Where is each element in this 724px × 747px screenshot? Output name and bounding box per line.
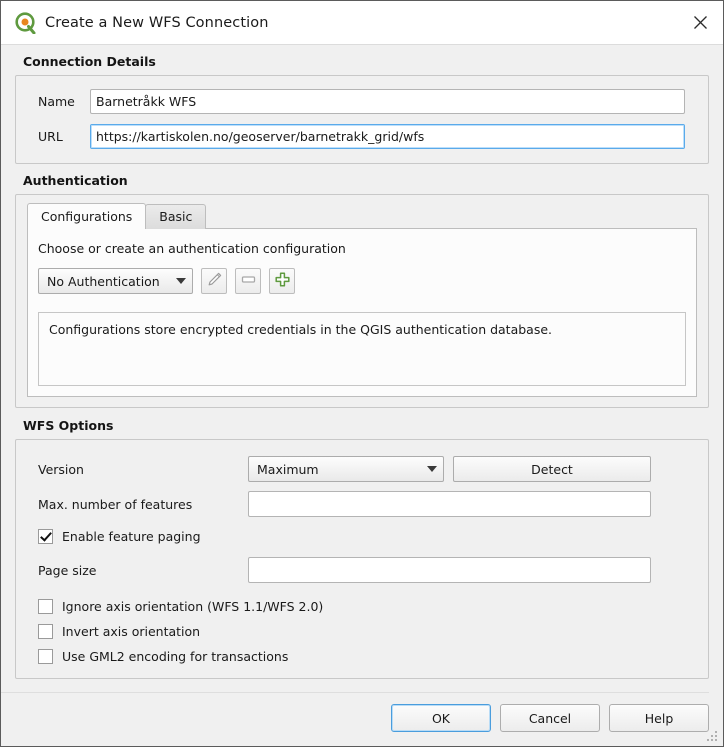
chevron-down-icon (176, 278, 186, 284)
connection-details-title: Connection Details (23, 54, 156, 69)
ignore-axis-label[interactable]: Ignore axis orientation (WFS 1.1/WFS 2.0… (62, 599, 323, 614)
qgis-logo-icon (14, 11, 36, 34)
gml2-encoding-label[interactable]: Use GML2 encoding for transactions (62, 649, 288, 664)
dialog-footer: OK Cancel Help (1, 682, 723, 746)
wfs-connection-dialog: Create a New WFS Connection Connection D… (0, 0, 724, 747)
close-icon[interactable] (677, 1, 723, 44)
version-value: Maximum (257, 461, 319, 477)
authentication-frame: Configurations Basic Choose or create an… (15, 194, 709, 408)
title-bar: Create a New WFS Connection (1, 1, 723, 45)
pencil-icon (206, 271, 223, 291)
version-label: Version (38, 461, 84, 477)
wfs-options-frame: Version Maximum Detect Max. number of fe… (15, 439, 709, 679)
version-select[interactable]: Maximum (248, 456, 444, 482)
auth-info-text: Configurations store encrypted credentia… (49, 322, 553, 337)
dialog-body: Connection Details Name URL Authenticati… (1, 45, 723, 682)
url-label: URL (38, 129, 63, 144)
enable-paging-label[interactable]: Enable feature paging (62, 529, 201, 544)
footer-divider (1, 692, 709, 693)
window-title: Create a New WFS Connection (45, 14, 269, 31)
footer-buttons: OK Cancel Help (1, 704, 709, 732)
enable-paging-row: Enable feature paging (38, 529, 686, 544)
version-row: Version Maximum Detect (38, 456, 686, 482)
remove-config-button[interactable] (235, 268, 261, 294)
auth-config-select[interactable]: No Authentication (38, 268, 193, 294)
max-features-label: Max. number of features (38, 496, 193, 512)
detect-button[interactable]: Detect (453, 456, 651, 482)
auth-hint: Choose or create an authentication confi… (38, 241, 346, 256)
ignore-axis-row: Ignore axis orientation (WFS 1.1/WFS 2.0… (38, 599, 686, 614)
ok-button[interactable]: OK (391, 704, 491, 732)
invert-axis-checkbox[interactable] (38, 624, 53, 639)
auth-tab-panel: Choose or create an authentication confi… (27, 228, 697, 397)
page-size-row: Page size (38, 557, 686, 583)
edit-config-button[interactable] (201, 268, 227, 294)
url-input[interactable] (90, 124, 685, 149)
enable-paging-checkbox[interactable] (38, 529, 53, 544)
connection-details-frame: Name URL (15, 75, 709, 164)
add-config-button[interactable] (269, 268, 295, 294)
auth-info-box: Configurations store encrypted credentia… (38, 312, 686, 386)
authentication-group: Authentication Configurations Basic Choo… (15, 173, 709, 408)
name-input[interactable] (90, 89, 685, 114)
minus-icon (240, 271, 257, 291)
name-row: Name (38, 89, 686, 114)
tab-basic[interactable]: Basic (145, 204, 207, 229)
name-label: Name (38, 94, 75, 109)
max-features-input[interactable] (248, 491, 651, 517)
page-size-label: Page size (38, 562, 97, 578)
wfs-options-title: WFS Options (23, 418, 114, 433)
invert-axis-row: Invert axis orientation (38, 624, 686, 639)
authentication-title: Authentication (23, 173, 128, 188)
max-features-row: Max. number of features (38, 491, 686, 517)
gml2-encoding-row: Use GML2 encoding for transactions (38, 649, 686, 664)
plus-icon (274, 271, 291, 291)
wfs-options-group: WFS Options Version Maximum Detect Max. … (15, 418, 709, 679)
auth-tabbar: Configurations Basic (16, 203, 708, 229)
help-button[interactable]: Help (609, 704, 709, 732)
url-row: URL (38, 124, 686, 149)
tab-configurations[interactable]: Configurations (27, 203, 147, 229)
ignore-axis-checkbox[interactable] (38, 599, 53, 614)
cancel-button[interactable]: Cancel (500, 704, 600, 732)
connection-details-group: Connection Details Name URL (15, 54, 709, 164)
chevron-down-icon (427, 466, 437, 472)
page-size-input[interactable] (248, 557, 651, 583)
gml2-encoding-checkbox[interactable] (38, 649, 53, 664)
invert-axis-label[interactable]: Invert axis orientation (62, 624, 200, 639)
auth-config-row: No Authentication (38, 268, 686, 294)
resize-grip[interactable] (706, 730, 719, 743)
auth-config-value: No Authentication (47, 273, 160, 289)
